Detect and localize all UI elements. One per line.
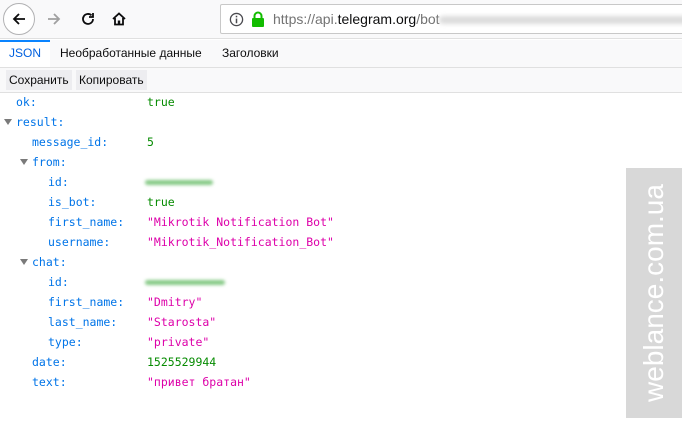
save-button[interactable]: Сохранить	[6, 70, 72, 90]
tab-raw-data[interactable]: Необработанные данные	[51, 40, 211, 67]
arrow-right-icon	[48, 13, 61, 25]
lock-icon[interactable]	[251, 11, 265, 28]
json-value: 5	[147, 135, 154, 149]
json-key: result:	[16, 115, 65, 129]
tree-row-chat-id[interactable]: id:	[0, 272, 620, 292]
json-key: date:	[32, 355, 67, 369]
json-key: username:	[48, 235, 111, 249]
json-value: "Starosta"	[147, 315, 217, 329]
url-text[interactable]: https://api.telegram.org/bot	[273, 11, 440, 27]
tree-row-last-name[interactable]: last_name: "Starosta"	[0, 312, 620, 332]
json-value: "Mikrotik Notification Bot"	[147, 215, 334, 229]
url-bar[interactable]: https://api.telegram.org/bot	[220, 4, 682, 34]
json-key: text:	[32, 375, 67, 389]
tree-row-result[interactable]: result:	[0, 112, 620, 132]
back-button[interactable]	[3, 3, 35, 35]
json-key: from:	[32, 155, 67, 169]
tree-row-chat-first-name[interactable]: first_name: "Dmitry"	[0, 292, 620, 312]
json-key: type:	[48, 335, 83, 349]
tree-row-from-id[interactable]: id:	[0, 172, 620, 192]
json-value: true	[147, 95, 175, 109]
url-redacted-token	[439, 16, 682, 24]
twisty-expanded-icon[interactable]	[20, 159, 28, 165]
json-value: 1525529944	[147, 355, 217, 369]
home-button[interactable]	[103, 3, 135, 35]
info-icon[interactable]	[229, 12, 244, 27]
json-viewer-tabs: JSON Необработанные данные Заголовки	[0, 40, 682, 68]
json-key: id:	[48, 175, 69, 189]
reload-icon	[82, 13, 94, 25]
json-key: last_name:	[48, 315, 118, 329]
redacted-value	[145, 180, 213, 185]
tree-row-date[interactable]: date: 1525529944	[0, 352, 620, 372]
home-icon	[112, 12, 126, 26]
twisty-expanded-icon[interactable]	[4, 119, 12, 125]
json-key: is_bot:	[48, 195, 97, 209]
json-key: ok:	[16, 95, 37, 109]
watermark: weblance.com.ua	[626, 168, 682, 418]
json-key: message_id:	[32, 135, 109, 149]
json-toolbar: Сохранить Копировать	[0, 68, 682, 93]
redacted-value	[145, 280, 225, 285]
json-value: "привет братан"	[147, 375, 251, 389]
url-domain: telegram.org	[337, 11, 417, 27]
tree-row-ok[interactable]: ok: true	[0, 92, 620, 112]
forward-button[interactable]	[38, 3, 70, 35]
json-key: first_name:	[48, 215, 125, 229]
tree-row-type[interactable]: type: "private"	[0, 332, 620, 352]
json-key: chat:	[32, 255, 67, 269]
json-key: id:	[48, 275, 69, 289]
tree-row-from[interactable]: from:	[0, 152, 620, 172]
tab-json[interactable]: JSON	[0, 40, 50, 67]
browser-toolbar: https://api.telegram.org/bot	[0, 0, 682, 39]
copy-button[interactable]: Копировать	[76, 70, 147, 90]
tree-row-username[interactable]: username: "Mikrotik_Notification_Bot"	[0, 232, 620, 252]
reload-button[interactable]	[72, 3, 104, 35]
tree-row-text[interactable]: text: "привет братан"	[0, 372, 620, 392]
json-value: "Dmitry"	[147, 295, 203, 309]
tree-row-message-id[interactable]: message_id: 5	[0, 132, 620, 152]
json-value: "private"	[147, 335, 210, 349]
json-key: first_name:	[48, 295, 125, 309]
tree-row-first-name[interactable]: first_name: "Mikrotik Notification Bot"	[0, 212, 620, 232]
twisty-expanded-icon[interactable]	[20, 259, 28, 265]
watermark-text: weblance.com.ua	[638, 184, 669, 402]
tab-headers[interactable]: Заголовки	[213, 40, 288, 67]
arrow-left-icon	[12, 13, 25, 25]
url-prefix: https://api.	[273, 11, 338, 27]
tree-row-chat[interactable]: chat:	[0, 252, 620, 272]
url-suffix: /bot	[416, 11, 440, 27]
json-value: "Mikrotik_Notification_Bot"	[147, 235, 334, 249]
tree-row-is-bot[interactable]: is_bot: true	[0, 192, 620, 212]
json-value: true	[147, 195, 175, 209]
